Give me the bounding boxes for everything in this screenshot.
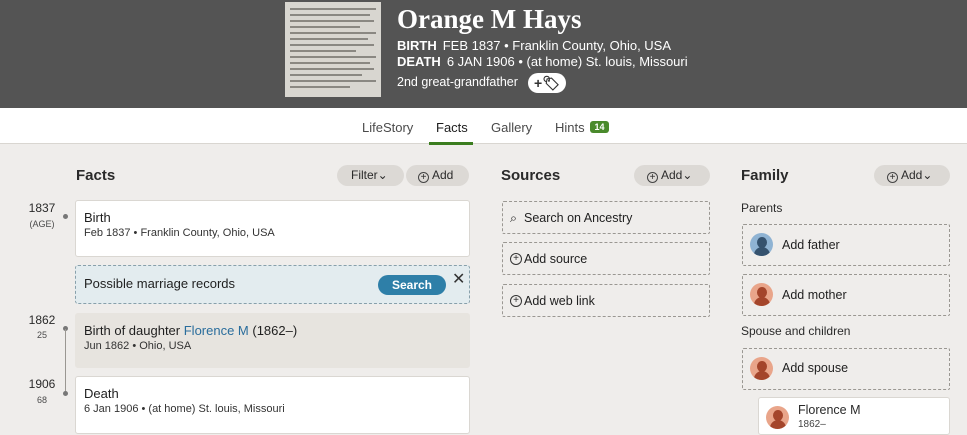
filter-label: Filter bbox=[351, 168, 378, 182]
timeline-year: 1906 bbox=[28, 377, 56, 391]
birth-summary: BIRTH FEB 1837 • Franklin County, Ohio, U… bbox=[397, 38, 671, 53]
fact-detail: Jun 1862 • Ohio, USA bbox=[84, 340, 192, 352]
male-avatar-icon bbox=[750, 233, 773, 256]
fact-title: Death bbox=[84, 386, 119, 401]
timeline-dot bbox=[63, 214, 68, 219]
tab-hints[interactable]: Hints bbox=[555, 120, 585, 135]
death-label: DEATH bbox=[397, 54, 441, 69]
parents-label: Parents bbox=[741, 201, 783, 215]
fact-title-prefix: Birth of daughter bbox=[84, 323, 184, 338]
fact-title-suffix: (1862–) bbox=[248, 323, 298, 338]
timeline-age: 68 bbox=[36, 395, 47, 405]
plus-circle-icon: + bbox=[647, 172, 658, 183]
birth-label: BIRTH bbox=[397, 38, 437, 53]
fact-detail: 6 Jan 1906 • (at home) St. louis, Missou… bbox=[84, 403, 285, 415]
fact-card-birth[interactable]: Birth Feb 1837 • Franklin County, Ohio, … bbox=[75, 200, 470, 257]
chevron-down-icon: ⌄ bbox=[682, 168, 693, 182]
death-summary: DEATH 6 JAN 1906 • (at home) St. louis, M… bbox=[397, 54, 688, 69]
female-avatar-icon bbox=[766, 406, 789, 429]
search-on-ancestry-label: Search on Ancestry bbox=[524, 211, 633, 225]
active-tab-indicator bbox=[429, 142, 473, 145]
person-name: Orange M Hays bbox=[397, 4, 582, 34]
add-web-link-button[interactable]: + Add web link bbox=[502, 284, 710, 317]
fact-detail: Feb 1837 • Franklin County, Ohio, USA bbox=[84, 227, 275, 239]
sources-title: Sources bbox=[501, 167, 561, 184]
add-spouse-button[interactable]: Add spouse bbox=[742, 348, 950, 390]
facts-title: Facts bbox=[76, 167, 116, 184]
tab-lifestory[interactable]: LifeStory bbox=[362, 120, 413, 135]
child-card[interactable]: Florence M 1862– bbox=[758, 397, 950, 435]
plus-circle-icon: + bbox=[510, 295, 522, 307]
timeline-year: 1862 bbox=[28, 313, 56, 327]
add-web-link-label: Add web link bbox=[524, 294, 595, 308]
plus-circle-icon: + bbox=[418, 172, 429, 183]
timeline-age: 25 bbox=[36, 330, 47, 340]
fact-title: Birth bbox=[84, 210, 111, 225]
death-value: 6 JAN 1906 • (at home) St. louis, Missou… bbox=[446, 54, 688, 69]
tab-bar bbox=[0, 108, 967, 144]
fact-card-birth-of-daughter[interactable]: Birth of daughter Florence M (1862–) Jun… bbox=[75, 313, 470, 368]
add-source-button[interactable]: + Add source bbox=[502, 242, 710, 275]
search-on-ancestry-button[interactable]: ⌕ Search on Ancestry bbox=[502, 201, 710, 234]
female-avatar-icon bbox=[750, 357, 773, 380]
fact-card-death[interactable]: Death 6 Jan 1906 • (at home) St. louis, … bbox=[75, 376, 470, 434]
timeline-year: 1837 bbox=[28, 201, 56, 215]
add-father-label: Add father bbox=[782, 238, 840, 252]
add-fact-button[interactable]: + Add bbox=[406, 165, 469, 186]
timeline-line bbox=[65, 329, 66, 395]
relationship-label: 2nd great-grandfather bbox=[397, 75, 518, 89]
add-spouse-label: Add spouse bbox=[782, 361, 849, 375]
add-source-label: Add source bbox=[524, 252, 588, 266]
chevron-down-icon: ⌄ bbox=[377, 168, 388, 182]
add-family-menu-label: Add bbox=[901, 168, 923, 182]
person-photo[interactable] bbox=[285, 2, 381, 97]
child-years: 1862– bbox=[798, 419, 826, 430]
child-name: Florence M bbox=[798, 403, 861, 417]
search-records-button[interactable]: Search bbox=[378, 275, 446, 295]
timeline-age: (AGE) bbox=[29, 219, 55, 229]
add-fact-label: Add bbox=[432, 168, 454, 182]
daughter-link[interactable]: Florence M bbox=[184, 323, 249, 338]
filter-button[interactable]: Filter⌄ bbox=[337, 165, 404, 186]
fact-title: Birth of daughter Florence M (1862–) bbox=[84, 323, 297, 338]
search-icon: ⌕ bbox=[510, 211, 518, 225]
add-family-menu-button[interactable]: + Add⌄ bbox=[874, 165, 950, 186]
add-mother-button[interactable]: Add mother bbox=[742, 274, 950, 316]
tab-facts[interactable]: Facts bbox=[436, 120, 468, 135]
timeline-dot bbox=[63, 391, 68, 396]
chevron-down-icon: ⌄ bbox=[922, 168, 933, 182]
add-source-menu-label: Add bbox=[661, 168, 683, 182]
possible-marriage-records: Possible marriage records Search ✕ bbox=[75, 265, 470, 304]
plus-circle-icon: + bbox=[510, 253, 522, 265]
plus-circle-icon: + bbox=[887, 172, 898, 183]
family-title: Family bbox=[741, 167, 789, 184]
add-father-button[interactable]: Add father bbox=[742, 224, 950, 266]
close-icon[interactable]: ✕ bbox=[452, 269, 465, 289]
add-source-menu-button[interactable]: + Add⌄ bbox=[634, 165, 710, 186]
hints-count-badge: 14 bbox=[590, 121, 609, 133]
tab-gallery[interactable]: Gallery bbox=[491, 120, 532, 135]
spouse-children-label: Spouse and children bbox=[741, 324, 851, 338]
female-avatar-icon bbox=[750, 283, 773, 306]
add-tag-button[interactable]: +🏷 bbox=[528, 73, 566, 93]
birth-value: FEB 1837 • Franklin County, Ohio, USA bbox=[442, 38, 672, 53]
add-mother-label: Add mother bbox=[782, 288, 847, 302]
possible-records-text: Possible marriage records bbox=[84, 276, 236, 291]
